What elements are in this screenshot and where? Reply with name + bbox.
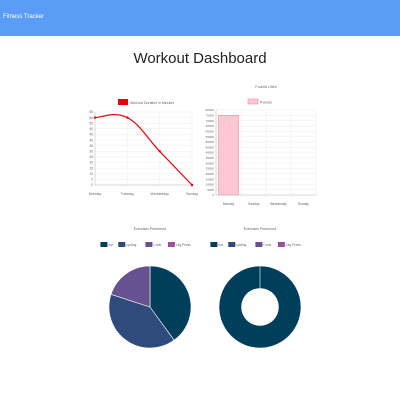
legend-label-curls[interactable]: Curls bbox=[263, 243, 271, 247]
x-tick-label: Monday bbox=[223, 202, 235, 206]
exercises-pie-chart: Exercises Performed run cycling Curls Leg Pr… bbox=[95, 222, 205, 354]
x-tick-label: Sunday bbox=[298, 202, 309, 206]
legend-swatch-cycling[interactable] bbox=[118, 242, 126, 247]
legend-label-cycling[interactable]: cycling bbox=[236, 243, 246, 247]
series-line-duration bbox=[94, 114, 193, 186]
y-tick-label: 35000 bbox=[206, 156, 215, 160]
y-tick-label: 45 bbox=[89, 133, 93, 137]
y-tick-label: 5000 bbox=[207, 188, 214, 192]
legend-swatch-duration[interactable] bbox=[118, 99, 128, 105]
chart-title: Exercises Performed bbox=[134, 227, 167, 231]
legend-label-cycling[interactable]: cycling bbox=[126, 243, 136, 247]
x-tick-label: Tuesday bbox=[121, 192, 135, 196]
legend-swatch-leg-press[interactable] bbox=[277, 242, 285, 247]
y-tick-label: 60000 bbox=[206, 129, 215, 133]
y-tick-label: 10000 bbox=[206, 183, 215, 187]
legend-swatch-run[interactable] bbox=[100, 242, 108, 247]
y-tick-label: 30 bbox=[89, 150, 93, 154]
y-tick-label: 80000 bbox=[206, 108, 215, 112]
data-point[interactable] bbox=[158, 150, 161, 153]
data-point[interactable] bbox=[190, 183, 194, 187]
legend-label-leg-press[interactable]: Leg Press bbox=[286, 243, 301, 247]
legend-swatch-pounds[interactable] bbox=[247, 98, 259, 105]
y-tick-label: 55 bbox=[89, 121, 93, 125]
y-tick-label: 15000 bbox=[206, 177, 215, 181]
legend-label-leg-press[interactable]: Leg Press bbox=[176, 243, 191, 247]
y-tick-label: 0 bbox=[212, 193, 214, 197]
exercises-doughnut-chart-svg: Exercises Performed run cycling Curls Leg Pr… bbox=[210, 227, 302, 349]
x-tick-label: Wednesday bbox=[150, 192, 169, 196]
y-tick-label: 10 bbox=[89, 172, 93, 176]
x-tick-label: Wednesday bbox=[270, 202, 287, 206]
legend-label-duration[interactable]: Workout Duration in Minutes bbox=[130, 101, 174, 105]
y-tick-label: 0 bbox=[91, 183, 93, 187]
duration-line-chart: Workout Duration in Minutes 0 5 10 15 20 25 30 3… bbox=[85, 90, 200, 210]
legend-swatch-cycling[interactable] bbox=[228, 242, 236, 247]
y-tick-label: 50000 bbox=[206, 140, 215, 144]
data-point[interactable] bbox=[93, 116, 97, 119]
exercises-pie-chart-svg: Exercises Performed run cycling Curls Leg Pr… bbox=[100, 227, 192, 349]
y-tick-label: 25 bbox=[89, 155, 93, 159]
y-tick-label: 15 bbox=[89, 166, 93, 170]
legend-label-run[interactable]: run bbox=[108, 243, 113, 247]
chart-title: Pounds Lifted bbox=[255, 85, 276, 89]
x-tick-label: Sunday bbox=[186, 192, 198, 196]
chart-title: Exercises Performed bbox=[244, 227, 277, 231]
pounds-bar-chart: Pounds Lifted Pounds 0 5000 10000 15000 20000 2… bbox=[200, 80, 320, 210]
y-tick-label: 5 bbox=[91, 178, 93, 182]
y-tick-label: 20 bbox=[89, 161, 93, 165]
y-tick-label: 65000 bbox=[206, 124, 215, 128]
legend-label-run[interactable]: run bbox=[218, 243, 223, 247]
legend-swatch-run[interactable] bbox=[210, 242, 218, 247]
y-tick-label: 30000 bbox=[206, 161, 215, 165]
data-point[interactable] bbox=[126, 116, 129, 119]
y-tick-label: 75000 bbox=[206, 114, 215, 118]
pounds-bar-chart-svg: Pounds Lifted Pounds 0500010000 15000200002… bbox=[206, 85, 317, 206]
y-tick-label: 50 bbox=[89, 127, 93, 131]
legend-swatch-leg-press[interactable] bbox=[167, 242, 175, 247]
legend-label-pounds[interactable]: Pounds bbox=[260, 101, 272, 105]
y-tick-label: 40000 bbox=[206, 151, 215, 155]
bar-pounds[interactable] bbox=[218, 115, 239, 196]
y-tick-label: 25000 bbox=[206, 167, 215, 171]
x-tick-label: Tuesday bbox=[247, 202, 260, 206]
legend-label-curls[interactable]: Curls bbox=[153, 243, 161, 247]
y-tick-label: 35 bbox=[89, 144, 93, 148]
y-tick-label: 70000 bbox=[206, 119, 215, 123]
navbar-brand[interactable]: Fitness Tracker bbox=[3, 14, 44, 20]
y-tick-label: 40 bbox=[89, 138, 93, 142]
duration-line-chart-svg: Workout Duration in Minutes 05 10 1520 2530 3… bbox=[89, 99, 198, 196]
y-tick-label: 60 bbox=[89, 116, 93, 120]
page-title: Workout Dashboard bbox=[133, 50, 267, 67]
legend-swatch-curls[interactable] bbox=[145, 242, 153, 247]
y-tick-label: 20000 bbox=[206, 172, 215, 176]
legend-swatch-curls[interactable] bbox=[255, 242, 263, 247]
y-tick-label: 55000 bbox=[206, 135, 215, 139]
y-tick-label: 45000 bbox=[206, 145, 215, 149]
y-tick-label: 65 bbox=[89, 110, 93, 114]
exercises-doughnut-chart: Exercises Performed run cycling Curls Leg Pr… bbox=[205, 222, 315, 354]
navbar: Fitness Tracker bbox=[0, 0, 400, 36]
x-tick-label: Monday bbox=[89, 192, 102, 196]
